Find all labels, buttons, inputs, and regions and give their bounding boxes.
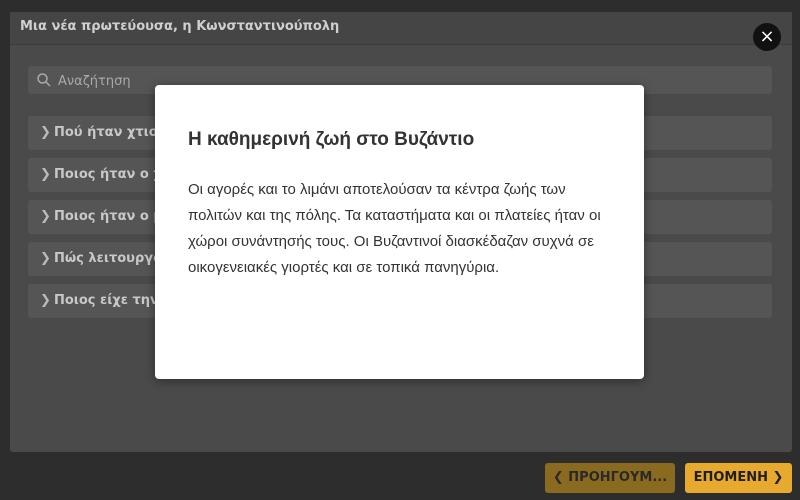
next-button[interactable]: ΕΠΟΜΕΝΗ ❯ <box>685 463 792 493</box>
chevron-right-icon: ❯ <box>40 125 51 140</box>
accordion-label: Πού ήταν χτισμ <box>54 125 169 140</box>
next-label: ΕΠΟΜΕΝΗ <box>693 470 768 485</box>
panel-header: Μια νέα πρωτεύουσα, η Κωνσταντινούπολη <box>10 12 792 45</box>
chevron-right-icon: ❯ <box>40 293 51 308</box>
chevron-right-icon: ❯ <box>40 167 51 182</box>
close-button[interactable]: × <box>753 23 781 51</box>
previous-button[interactable]: ❮ ΠΡΟΗΓΟΥΜ... <box>545 463 675 493</box>
search-icon <box>37 73 51 87</box>
accordion-label: Πώς λειτουργο <box>54 251 163 266</box>
accordion-label: Ποιος ήταν ο μ <box>54 209 163 224</box>
close-icon: × <box>759 26 775 47</box>
info-modal: Η καθημερινή ζωή στο Βυζάντιο Οι αγορές … <box>155 85 644 379</box>
chevron-right-icon: ❯ <box>772 470 784 485</box>
chevron-left-icon: ❮ <box>552 470 564 485</box>
modal-body-text: Οι αγορές και το λιμάνι αποτελούσαν τα κ… <box>188 181 601 276</box>
chevron-right-icon: ❯ <box>40 209 51 224</box>
app-frame: Μια νέα πρωτεύουσα, η Κωνσταντινούπολη ❯… <box>0 0 800 500</box>
previous-label: ΠΡΟΗΓΟΥΜ... <box>568 470 668 485</box>
accordion-label: Ποιος ήταν ο χ <box>54 167 162 182</box>
footer-bar <box>0 452 800 500</box>
accordion-label: Ποιος είχε την <box>54 293 159 308</box>
modal-title: Η καθημερινή ζωή στο Βυζάντιο <box>188 129 475 150</box>
chevron-right-icon: ❯ <box>40 251 51 266</box>
panel-title: Μια νέα πρωτεύουσα, η Κωνσταντινούπολη <box>20 19 340 34</box>
